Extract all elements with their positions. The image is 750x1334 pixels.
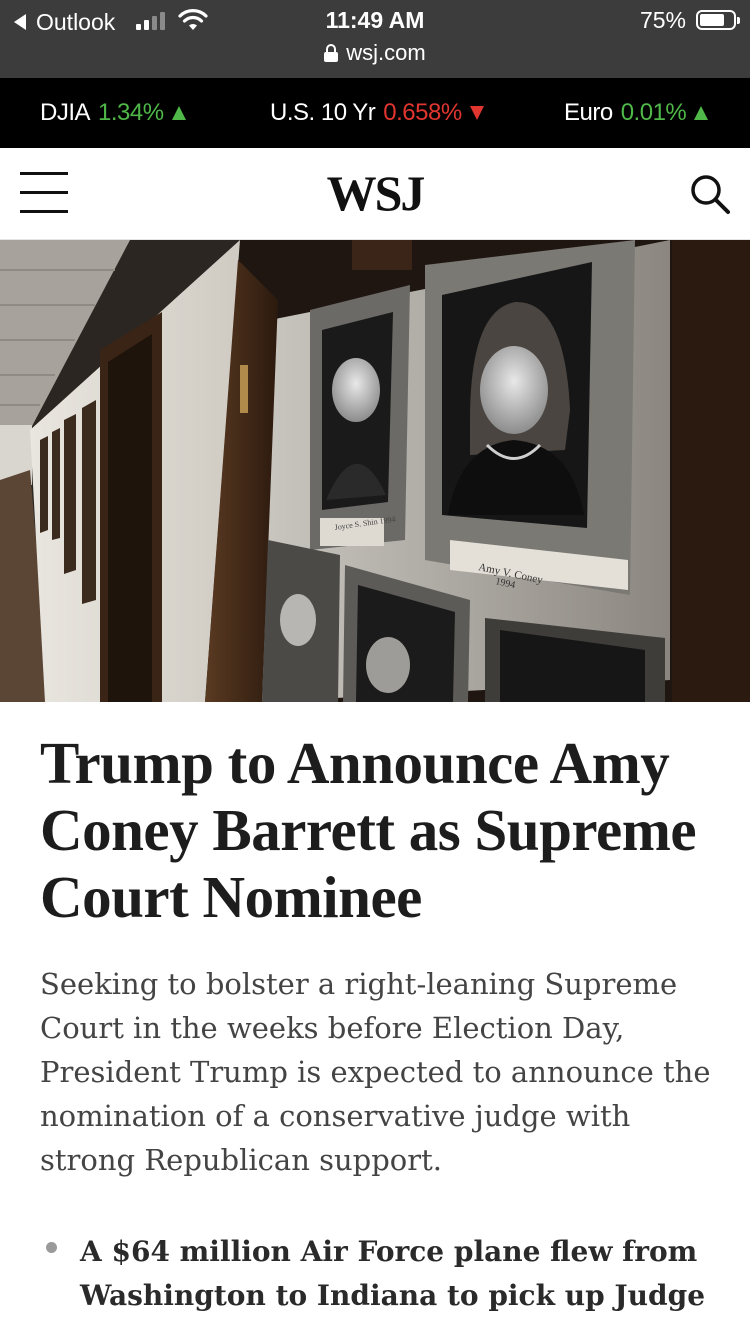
ticker-value: 1.34% — [98, 99, 164, 126]
article-headline[interactable]: Trump to Announce Amy Coney Barrett as S… — [40, 730, 720, 931]
ticker-item-us10yr[interactable]: U.S. 10 Yr 0.658% — [270, 78, 484, 148]
battery-percentage: 75% — [639, 7, 686, 33]
clock: 11:49 AM — [325, 7, 425, 33]
wsj-logo[interactable]: WSJ — [0, 164, 750, 222]
arrow-up-icon — [694, 106, 709, 120]
ticker-value: 0.01% — [620, 99, 687, 126]
arrow-down-icon — [469, 106, 484, 120]
url-text: wsj.com — [346, 40, 426, 65]
ticker-name: U.S. 10 Yr — [270, 99, 376, 126]
market-ticker[interactable]: DJIA 1.34% U.S. 10 Yr 0.658% Euro 0.01% — [0, 78, 750, 148]
bullet-text[interactable]: A $64 million Air Force plane flew from … — [80, 1230, 730, 1318]
battery-icon — [696, 10, 740, 30]
ticker-name: DJIA — [40, 99, 91, 126]
ticker-item-euro[interactable]: Euro 0.01% — [564, 78, 709, 148]
article-summary: Seeking to bolster a right-leaning Supre… — [40, 967, 711, 1177]
ticker-name: Euro — [564, 99, 613, 126]
lock-icon — [324, 44, 339, 62]
ticker-item-djia[interactable]: DJIA 1.34% — [40, 78, 186, 148]
arrow-up-icon — [171, 106, 186, 120]
hero-image[interactable]: Joyce S. Shin 1994 Amy V. Coney 1994 — [0, 240, 750, 702]
ticker-value: 0.658% — [383, 99, 462, 126]
site-header: WSJ — [0, 148, 750, 240]
address-bar[interactable]: wsj.com — [0, 40, 750, 66]
status-bar: Outlook 11:49 AM 75% wsj.com — [0, 0, 750, 78]
bullet-icon — [46, 1242, 57, 1253]
hallway-portraits-photo: Joyce S. Shin 1994 Amy V. Coney 1994 — [0, 240, 750, 702]
search-icon[interactable] — [688, 172, 732, 216]
